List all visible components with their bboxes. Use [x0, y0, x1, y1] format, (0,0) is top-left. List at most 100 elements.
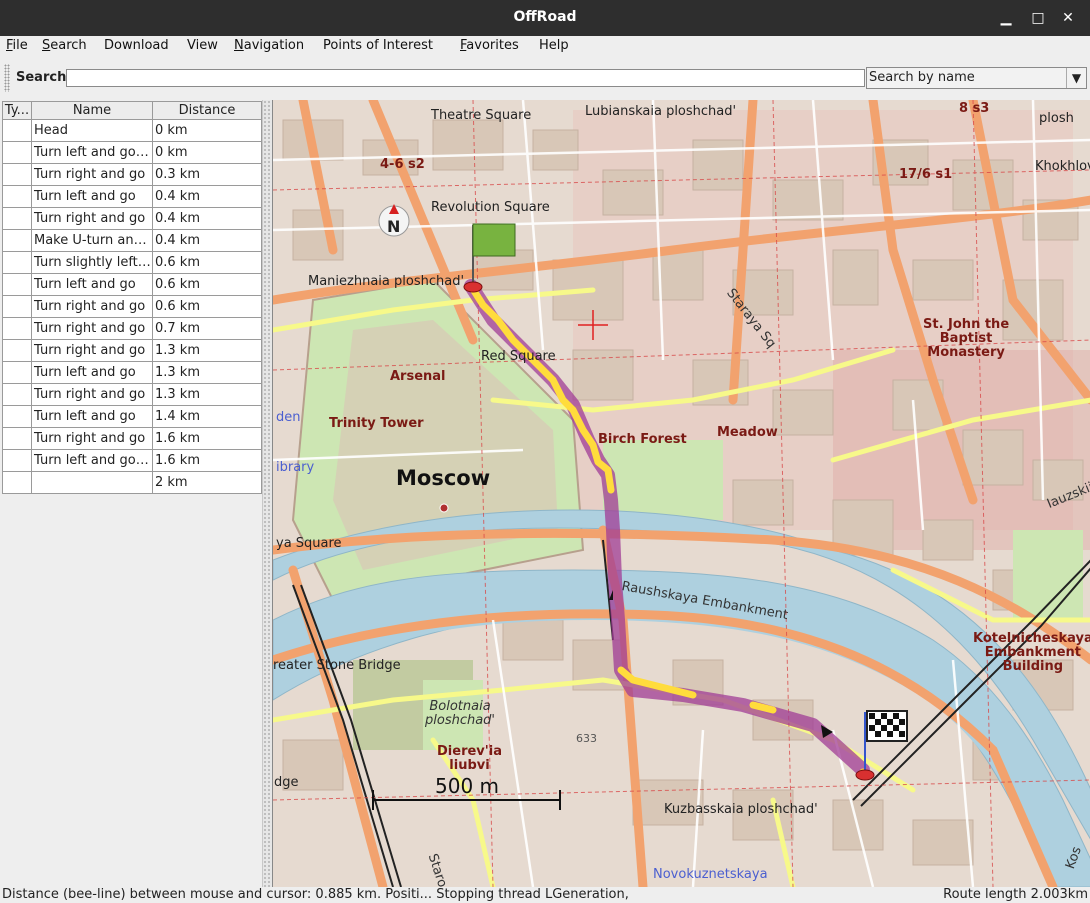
table-row[interactable]: Turn left and go 0.6 km	[2, 273, 262, 296]
cell-type	[2, 361, 32, 384]
cell-distance: 1.3 km	[152, 361, 262, 384]
menu-points-of-interest[interactable]: Points of Interest	[323, 38, 433, 53]
map-label-maniezhnaia: Maniezhnaia ploshchad'	[308, 274, 465, 289]
column-header-type[interactable]: Ty...	[2, 101, 32, 120]
map-label-plosh: plosh	[1039, 111, 1074, 126]
cell-name: Turn right and go	[31, 207, 153, 230]
compass-icon[interactable]: N	[387, 217, 400, 236]
table-row[interactable]: Turn left and go ... 1.6 km	[2, 449, 262, 472]
table-row[interactable]: Turn right and go 1.3 km	[2, 339, 262, 362]
table-row[interactable]: Turn right and go 0.7 km	[2, 317, 262, 340]
scale-bar-label: 500 m	[435, 774, 500, 798]
table-row[interactable]: Turn right and go 0.4 km	[2, 207, 262, 230]
cell-distance: 2 km	[152, 471, 262, 494]
map-label-lubianskaia: Lubianskaia ploshchad'	[585, 104, 737, 119]
cell-name: Turn left and go	[31, 273, 153, 296]
maximize-icon[interactable]: □	[1028, 8, 1048, 28]
route-instructions-panel: Ty... Name Distance Head 0 km Turn left an…	[0, 100, 263, 887]
cell-type	[2, 471, 32, 494]
cell-distance: 0.7 km	[152, 317, 262, 340]
cell-type	[2, 141, 32, 164]
table-row[interactable]: Turn right and go 1.3 km	[2, 383, 262, 406]
cell-type	[2, 163, 32, 186]
menu-download[interactable]: Download	[104, 38, 169, 53]
cell-name: Turn left and go	[31, 361, 153, 384]
map-label-revolution-square: Revolution Square	[431, 200, 550, 215]
map-label-moscow: Moscow	[396, 466, 491, 490]
cell-distance: 0.4 km	[152, 185, 262, 208]
map-label-greater-stone-bridge: reater Stone Bridge	[273, 658, 401, 673]
cell-distance: 0.4 km	[152, 229, 262, 252]
menu-help[interactable]: Help	[539, 38, 569, 53]
cell-distance: 0 km	[152, 141, 262, 164]
menu-search[interactable]: Search	[42, 38, 87, 53]
map-label-red-square: Red Square	[481, 349, 556, 364]
cell-name	[31, 471, 153, 494]
map-view[interactable]: N 500 m Theatre Square Lubianskaia plosh…	[272, 100, 1090, 887]
search-input[interactable]	[66, 69, 865, 87]
close-icon[interactable]: ✕	[1058, 8, 1078, 28]
map-label-633: 633	[576, 732, 597, 745]
cell-name: Turn right and go	[31, 295, 153, 318]
cell-name: Turn right and go	[31, 383, 153, 406]
cell-type	[2, 119, 32, 142]
map-label-novokuznetskaya: Novokuznetskaya	[653, 867, 768, 882]
table-row[interactable]: Turn left and go 0.4 km	[2, 185, 262, 208]
table-row[interactable]: Turn left and go 1.4 km	[2, 405, 262, 428]
map-label-library: ibrary	[276, 460, 315, 475]
table-row[interactable]: Turn right and go 0.6 km	[2, 295, 262, 318]
table-row[interactable]: Turn slightly left ... 0.6 km	[2, 251, 262, 274]
menu-view[interactable]: View	[187, 38, 218, 53]
status-message: Distance (bee-line) between mouse and cu…	[2, 887, 629, 902]
map-label-theatre-square: Theatre Square	[431, 108, 532, 123]
cell-distance: 0 km	[152, 119, 262, 142]
table-row[interactable]: 2 km	[2, 471, 262, 494]
cell-type	[2, 449, 32, 472]
cell-distance: 1.3 km	[152, 339, 262, 362]
cell-type	[2, 185, 32, 208]
table-row[interactable]: Make U-turn and... 0.4 km	[2, 229, 262, 252]
chevron-down-icon[interactable]: ▼	[1066, 68, 1086, 88]
cell-distance: 1.4 km	[152, 405, 262, 428]
cell-distance: 0.6 km	[152, 273, 262, 296]
cell-distance: 0.4 km	[152, 207, 262, 230]
map-label-kotelnicheskaya: Kotelnicheskaya Embankment Building	[973, 631, 1090, 674]
map-label-khokhlov: Khokhlov	[1035, 159, 1090, 174]
cell-name: Turn right and go	[31, 163, 153, 186]
map-label-birch-forest: Birch Forest	[598, 432, 687, 447]
cell-type	[2, 317, 32, 340]
menu-file[interactable]: File	[6, 38, 28, 53]
cell-type	[2, 273, 32, 296]
cell-type	[2, 383, 32, 406]
cell-type	[2, 207, 32, 230]
split-pane-divider[interactable]	[263, 100, 272, 887]
column-header-distance[interactable]: Distance	[152, 101, 262, 120]
status-bar: Distance (bee-line) between mouse and cu…	[0, 887, 1090, 903]
cell-distance: 0.6 km	[152, 295, 262, 318]
cell-distance: 1.3 km	[152, 383, 262, 406]
map-label-8s3: 8 s3	[959, 101, 990, 116]
table-row[interactable]: Turn left and go ... 0 km	[2, 141, 262, 164]
map-label-den: den	[276, 410, 301, 425]
map-label-ya-square: ya Square	[276, 536, 342, 551]
search-mode-dropdown[interactable]: Search by name ▼	[866, 67, 1087, 89]
cell-name: Head	[31, 119, 153, 142]
table-row[interactable]: Turn right and go 0.3 km	[2, 163, 262, 186]
menu-navigation[interactable]: Navigation	[234, 38, 304, 53]
table-row[interactable]: Head 0 km	[2, 119, 262, 142]
cell-name: Turn right and go	[31, 339, 153, 362]
cell-name: Make U-turn and...	[31, 229, 153, 252]
cell-name: Turn slightly left ...	[31, 251, 153, 274]
toolbar-grip-handle[interactable]	[4, 64, 10, 92]
menu-favorites[interactable]: Favorites	[460, 38, 519, 53]
table-row[interactable]: Turn right and go 1.6 km	[2, 427, 262, 450]
table-row[interactable]: Turn left and go 1.3 km	[2, 361, 262, 384]
search-mode-value: Search by name	[869, 70, 975, 85]
column-header-name[interactable]: Name	[31, 101, 153, 120]
cell-distance: 0.6 km	[152, 251, 262, 274]
map-label-bolotnaia: Bolotnaia ploshchad'	[425, 699, 496, 728]
search-toolbar: Search Search by name ▼	[0, 58, 1090, 98]
map-label-trinity-tower: Trinity Tower	[329, 416, 424, 431]
route-table-body: Head 0 km Turn left and go ... 0 km Turn rig…	[2, 119, 262, 494]
minimize-icon[interactable]: ▁	[996, 8, 1016, 28]
